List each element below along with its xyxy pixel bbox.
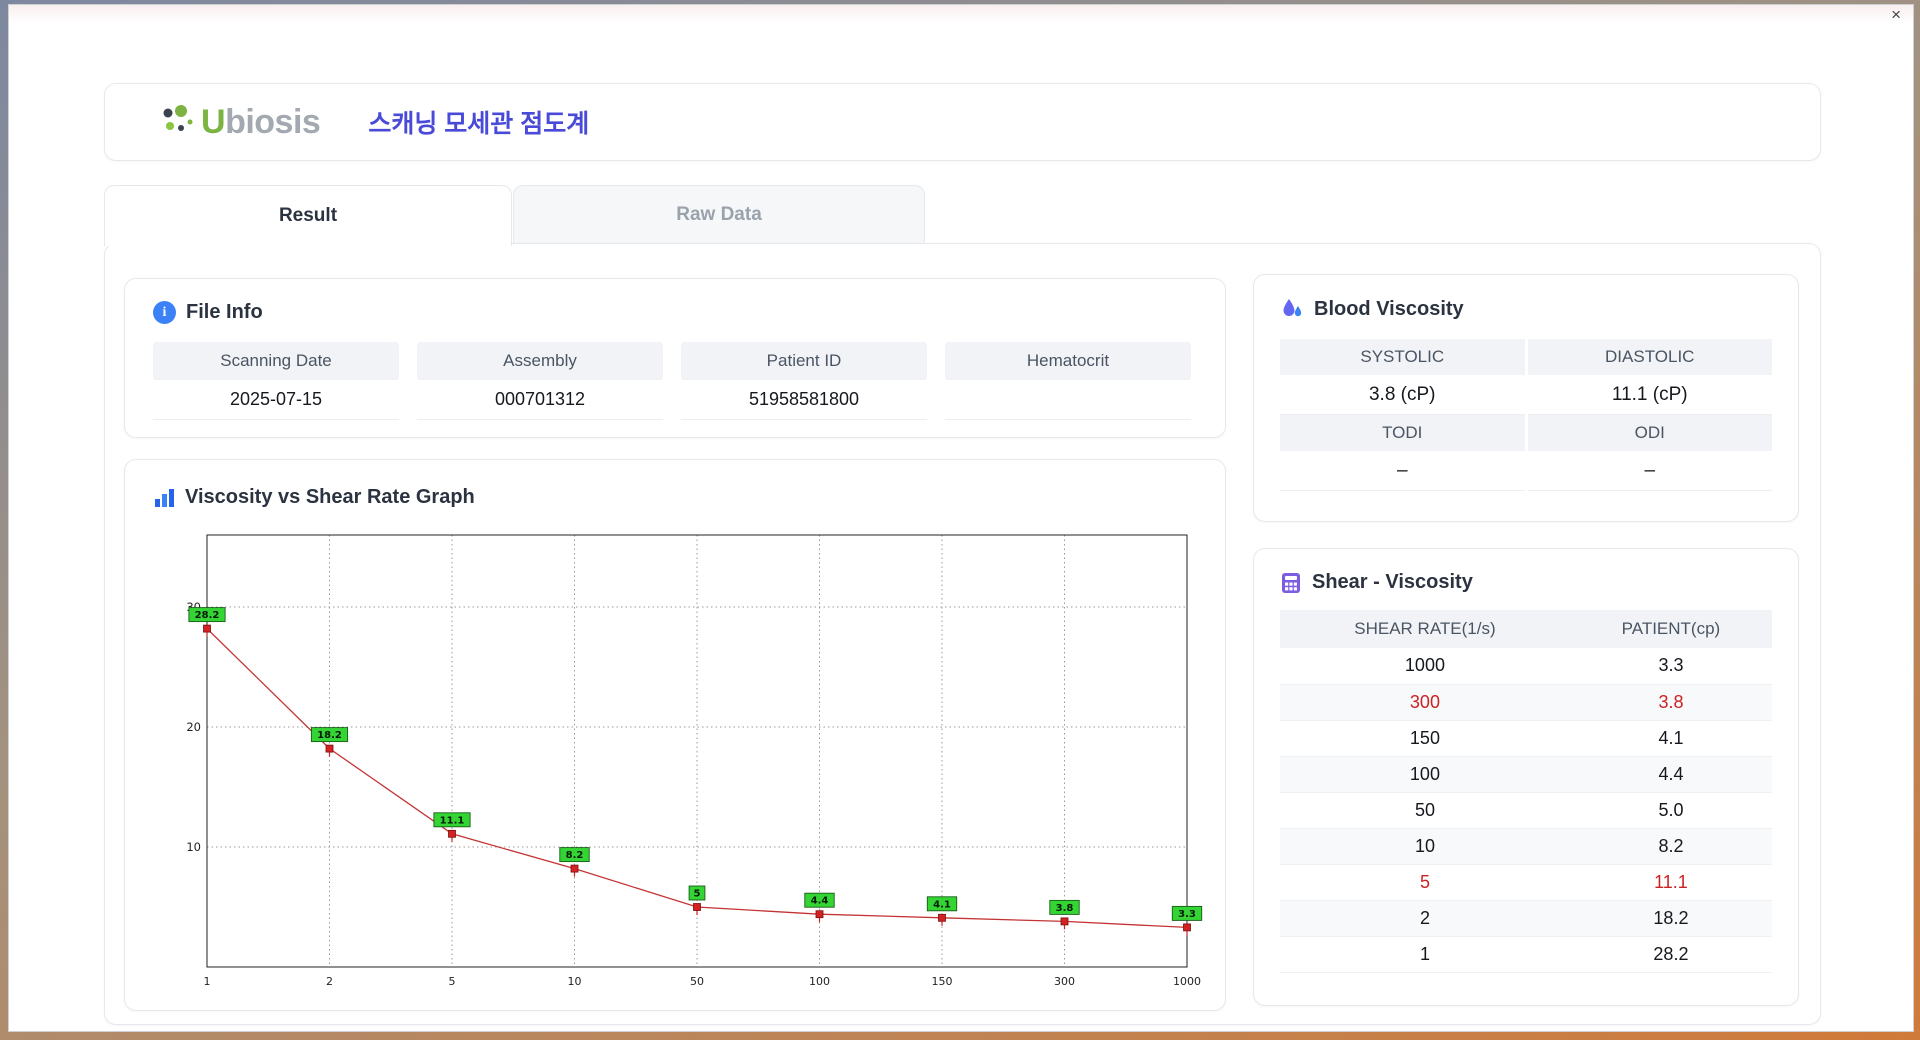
table-row: 5 11.1 [1280, 864, 1772, 901]
blood-viscosity-grid: SYSTOLIC DIASTOLIC 3.8 (cP) 11.1 (cP) TO… [1280, 339, 1772, 491]
field-value [945, 380, 1191, 420]
shear-cell: 150 [1280, 720, 1570, 757]
field-hematocrit: Hematocrit [945, 342, 1191, 420]
shear-viscosity-card: Shear - Viscosity SHEAR RATE(1/s) PATIEN… [1253, 548, 1799, 1006]
patient-cell: 11.1 [1569, 864, 1772, 901]
table-row: 300 3.8 [1280, 684, 1772, 721]
shear-viscosity-table: SHEAR RATE(1/s) PATIENT(cp) 1000 3.3 300 3… [1280, 610, 1772, 973]
table-row: 150 4.1 [1280, 720, 1772, 757]
patient-cell: 3.3 [1569, 648, 1772, 685]
logo-text-biosis: biosis [225, 102, 321, 141]
field-patient-id: Patient ID 51958581800 [681, 342, 927, 420]
odi-label: ODI [1527, 415, 1772, 451]
todi-value: – [1280, 451, 1525, 491]
svg-text:20: 20 [186, 720, 201, 734]
blood-viscosity-title: Blood Viscosity [1314, 297, 1464, 320]
svg-text:3.3: 3.3 [1178, 909, 1196, 920]
svg-text:8.2: 8.2 [566, 850, 584, 861]
logo-text-u: U [201, 102, 226, 141]
systolic-label: SYSTOLIC [1280, 339, 1525, 375]
header-card: Ubiosis 스캐닝 모세관 점도계 [104, 83, 1821, 161]
shear-cell: 5 [1280, 864, 1570, 901]
patient-cell: 28.2 [1569, 936, 1772, 973]
table-row: 2 18.2 [1280, 900, 1772, 937]
shear-cell: 1000 [1280, 648, 1570, 685]
svg-text:11.1: 11.1 [440, 815, 465, 826]
svg-text:28.2: 28.2 [195, 610, 220, 621]
tab-raw-data[interactable]: Raw Data [513, 185, 925, 245]
graph-title: Viscosity vs Shear Rate Graph [185, 486, 475, 508]
todi-label: TODI [1280, 415, 1525, 451]
shear-cell: 300 [1280, 684, 1570, 721]
field-value: 51958581800 [681, 380, 927, 420]
field-value: 000701312 [417, 380, 663, 420]
app-title-korean: 스캐닝 모세관 점도계 [368, 110, 590, 138]
field-value: 2025-07-15 [153, 380, 399, 420]
svg-text:1000: 1000 [1173, 975, 1201, 988]
diastolic-value: 11.1 (cP) [1527, 375, 1772, 415]
svg-text:1: 1 [204, 975, 211, 988]
table-row: 10 8.2 [1280, 828, 1772, 865]
column-header-shear-rate: SHEAR RATE(1/s) [1280, 610, 1570, 648]
systolic-value: 3.8 (cP) [1280, 375, 1525, 415]
blood-viscosity-card: Blood Viscosity SYSTOLIC DIASTOLIC 3.8 (… [1253, 274, 1799, 522]
shear-cell: 100 [1280, 756, 1570, 793]
ubiosis-logo: Ubiosis [155, 101, 321, 143]
svg-text:3.8: 3.8 [1056, 903, 1074, 914]
viscosity-graph-card: Viscosity vs Shear Rate Graph 10 20 30 1 2 5 1… [124, 459, 1226, 1011]
svg-text:5: 5 [694, 889, 701, 900]
info-icon: i [153, 301, 176, 324]
file-info-card: i File Info Scanning Date 2025-07-15 Ass… [124, 278, 1226, 438]
file-info-fields: Scanning Date 2025-07-15 Assembly 000701… [153, 342, 1197, 420]
svg-text:4.4: 4.4 [811, 896, 829, 907]
field-label: Scanning Date [153, 342, 399, 380]
svg-text:10: 10 [186, 840, 201, 854]
svg-text:10: 10 [568, 975, 582, 988]
table-row: 1 28.2 [1280, 936, 1772, 973]
svg-text:150: 150 [932, 975, 953, 988]
field-label: Hematocrit [945, 342, 1191, 380]
viscosity-chart: 10 20 30 1 2 5 10 50 100 150 300 1000 28.2 18.2 11.1 8.… [165, 519, 1203, 998]
calculator-icon [1280, 572, 1302, 594]
svg-text:300: 300 [1054, 975, 1075, 988]
svg-text:50: 50 [690, 975, 704, 988]
field-assembly: Assembly 000701312 [417, 342, 663, 420]
svg-text:100: 100 [809, 975, 830, 988]
field-scanning-date: Scanning Date 2025-07-15 [153, 342, 399, 420]
file-info-title: File Info [186, 301, 263, 323]
patient-cell: 4.4 [1569, 756, 1772, 793]
shear-cell: 2 [1280, 900, 1570, 937]
close-icon[interactable]: × [1891, 6, 1901, 23]
patient-cell: 5.0 [1569, 792, 1772, 829]
table-row: 1000 3.3 [1280, 648, 1772, 685]
droplets-icon [1280, 297, 1304, 321]
app-window: × Ubiosis 스캐닝 모세관 점도계 Result Raw Data i … [8, 4, 1914, 1032]
svg-text:4.1: 4.1 [933, 899, 951, 910]
patient-cell: 3.8 [1569, 684, 1772, 721]
window-titlebar: × [9, 5, 1913, 23]
svg-text:5: 5 [449, 975, 456, 988]
bar-chart-icon [153, 487, 175, 509]
patient-cell: 18.2 [1569, 900, 1772, 937]
result-panel: i File Info Scanning Date 2025-07-15 Ass… [104, 243, 1821, 1025]
svg-text:18.2: 18.2 [317, 730, 342, 741]
odi-value: – [1527, 451, 1772, 491]
patient-cell: 4.1 [1569, 720, 1772, 757]
diastolic-label: DIASTOLIC [1527, 339, 1772, 375]
patient-cell: 8.2 [1569, 828, 1772, 865]
field-label: Patient ID [681, 342, 927, 380]
logo-leaf-icon [155, 101, 201, 143]
shear-cell: 10 [1280, 828, 1570, 865]
shear-cell: 50 [1280, 792, 1570, 829]
field-label: Assembly [417, 342, 663, 380]
shear-cell: 1 [1280, 936, 1570, 973]
table-row: 100 4.4 [1280, 756, 1772, 793]
chart-svg: 1020301 2 5 10 50 100 150 300 100028.218.211.18.… [186, 534, 1203, 988]
column-header-patient: PATIENT(cp) [1569, 610, 1772, 648]
svg-text:2: 2 [326, 975, 333, 988]
table-row: 50 5.0 [1280, 792, 1772, 829]
shear-viscosity-title: Shear - Viscosity [1312, 571, 1473, 593]
tab-result[interactable]: Result [104, 185, 512, 246]
